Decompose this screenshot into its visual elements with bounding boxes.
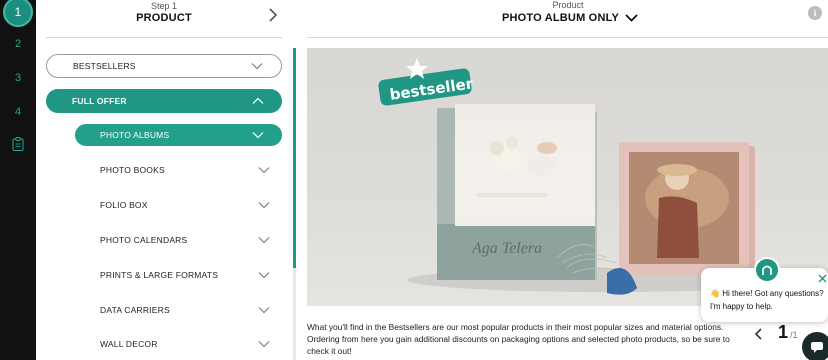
menu-data-carriers[interactable]: DATA CARRIERS	[100, 300, 270, 320]
menu-photo-books[interactable]: PHOTO BOOKS	[100, 160, 270, 180]
chevron-down-icon	[258, 237, 270, 244]
menu-photo-albums[interactable]: PHOTO ALBUMS	[75, 124, 282, 146]
baby-album-image: Aga Telera	[437, 104, 597, 280]
chat-launcher-button[interactable]	[802, 332, 828, 360]
menu-label: FOLIO BOX	[100, 200, 148, 210]
menu-wall-decor[interactable]: WALL DECOR	[100, 334, 270, 354]
menu-full-offer[interactable]: FULL OFFER	[46, 89, 282, 113]
step-title: PRODUCT	[136, 12, 192, 24]
menu-prints-large-formats[interactable]: PRINTS & LARGE FORMATS	[100, 265, 270, 285]
chevron-up-icon	[252, 97, 264, 104]
chevron-right-icon[interactable]	[266, 7, 280, 23]
chevron-down-icon	[258, 202, 270, 209]
step-4-button[interactable]: 4	[0, 106, 36, 118]
chevron-left-icon[interactable]	[754, 327, 764, 341]
menu-label: WALL DECOR	[100, 339, 158, 349]
chevron-down-icon	[258, 167, 270, 174]
product-label: Product	[552, 0, 584, 10]
menu-label: BESTSELLERS	[73, 61, 136, 71]
chevron-down-icon	[625, 14, 638, 22]
chat-bubble-icon	[811, 342, 823, 353]
menu-label: DATA CARRIERS	[100, 305, 170, 315]
menu-label: FULL OFFER	[72, 96, 127, 106]
page-total: /1	[790, 330, 798, 340]
menu-label: PHOTO BOOKS	[100, 165, 165, 175]
bestseller-badge: bestseller	[378, 58, 475, 106]
album-signature: Aga Telera	[471, 240, 542, 257]
chat-agent-avatar	[754, 257, 780, 283]
menu-label: PHOTO CALENDARS	[100, 235, 188, 245]
chat-greeting-line-1: 👋 Hi there! Got any questions?	[710, 287, 828, 300]
chevron-down-icon	[251, 63, 263, 70]
info-icon[interactable]: i	[808, 6, 822, 20]
pink-album-image	[619, 142, 755, 276]
menu-photo-calendars[interactable]: PHOTO CALENDARS	[100, 230, 270, 250]
chevron-down-icon	[252, 132, 264, 139]
product-selector[interactable]: PHOTO ALBUM ONLY	[490, 12, 650, 24]
step-label: Step 1	[150, 1, 178, 11]
page-current: 1	[778, 322, 789, 342]
divider	[46, 37, 282, 38]
menu-label: PHOTO ALBUMS	[100, 130, 170, 140]
chat-greeting-line-2: I'm happy to help.	[710, 302, 773, 311]
product-title: PHOTO ALBUM ONLY	[501, 12, 620, 24]
step-3-button[interactable]: 3	[0, 72, 36, 84]
chevron-down-icon	[258, 341, 270, 348]
menu-bestsellers[interactable]: BESTSELLERS	[46, 54, 282, 78]
chevron-down-icon	[258, 307, 270, 314]
chevron-down-icon	[258, 272, 270, 279]
close-icon[interactable]	[818, 274, 827, 283]
bestsellers-description: What you'll find in the Bestsellers are …	[307, 322, 730, 356]
rail-edge	[36, 0, 44, 360]
wave-emoji-icon: 👋	[710, 289, 723, 298]
menu-label: PRINTS & LARGE FORMATS	[100, 270, 219, 280]
menu-scrollbar-thumb[interactable]	[293, 48, 296, 268]
divider	[307, 37, 828, 38]
step-rail	[0, 0, 36, 360]
chat-greeting-text: Hi there! Got any questions?	[722, 289, 824, 298]
menu-folio-box[interactable]: FOLIO BOX	[100, 195, 270, 215]
agent-icon	[762, 265, 772, 275]
step-2-button[interactable]: 2	[0, 38, 36, 50]
clipboard-icon[interactable]	[12, 137, 24, 151]
chat-message: 👋 Hi there! Got any questions? I'm happy…	[710, 287, 828, 313]
